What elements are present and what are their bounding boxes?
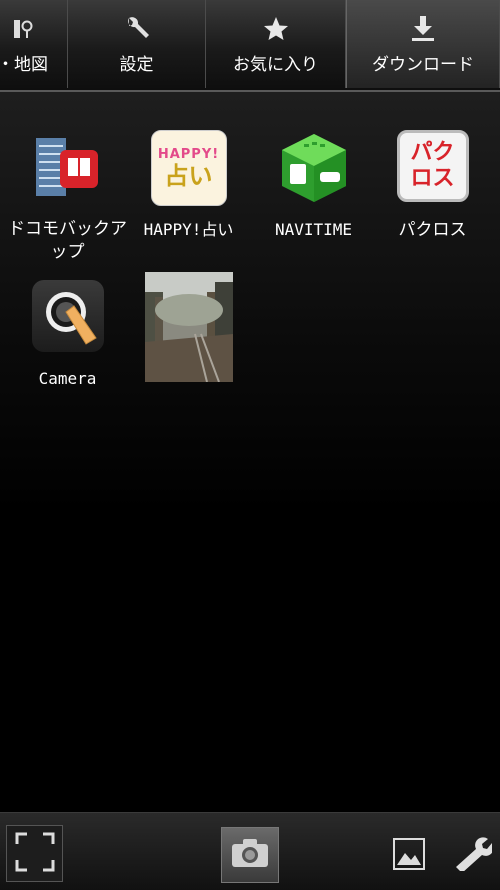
- camera-button[interactable]: [221, 827, 279, 883]
- bottom-toolbar: [0, 812, 500, 890]
- wrench-icon: [123, 14, 151, 44]
- navitime-icon: [276, 130, 352, 206]
- app-docomo-backup[interactable]: ドコモバックアップ: [5, 130, 130, 264]
- tab-favorites[interactable]: お気に入り: [206, 0, 346, 88]
- camera-app-icon: [31, 280, 104, 352]
- photo-thumbnail[interactable]: [126, 272, 251, 383]
- tab-bar: ・地図 設定 お気に入り ダウンロード: [0, 0, 500, 92]
- pakurosu-icon: パク ロス: [396, 130, 469, 202]
- happy-fortune-icon: HAPPY! 占い: [150, 130, 227, 206]
- happy-icon-text-top: HAPPY!: [157, 146, 220, 162]
- tab-map-label: ・地図: [0, 54, 48, 75]
- app-docomo-backup-label: ドコモバックアップ: [8, 219, 127, 262]
- tab-settings-label: 設定: [119, 54, 154, 75]
- app-pakurosu-label: パクロス: [398, 220, 467, 240]
- app-happy-fortune-label: HAPPY!占い: [143, 220, 234, 239]
- tab-settings[interactable]: 設定: [68, 0, 206, 88]
- fullscreen-icon: [15, 832, 55, 876]
- camera-icon: [231, 838, 269, 872]
- gallery-button[interactable]: [390, 837, 428, 875]
- docomo-backup-icon: [30, 130, 106, 206]
- tab-download[interactable]: ダウンロード: [346, 0, 500, 88]
- pakurosu-icon-text-bottom: ロス: [410, 166, 455, 191]
- app-navitime[interactable]: NAVITIME: [251, 130, 376, 241]
- app-happy-fortune[interactable]: HAPPY! 占い HAPPY!占い: [126, 130, 251, 241]
- fullscreen-button[interactable]: [6, 825, 63, 882]
- gallery-icon: [393, 838, 425, 874]
- app-grid: ドコモバックアップ HAPPY! 占い HAPPY!占い NAVITIME パク…: [0, 92, 500, 812]
- app-camera-label: Camera: [38, 369, 97, 388]
- app-camera[interactable]: Camera: [5, 280, 130, 390]
- tab-favorites-label: お気に入り: [233, 54, 318, 75]
- photo-thumbnail-image: [144, 272, 233, 383]
- app-navitime-label: NAVITIME: [274, 220, 353, 239]
- app-pakurosu[interactable]: パク ロス パクロス: [370, 130, 495, 242]
- wrench-icon: [452, 835, 494, 875]
- tab-map[interactable]: ・地図: [0, 0, 68, 88]
- download-icon: [410, 14, 436, 44]
- pakurosu-icon-text-top: パク: [410, 140, 455, 165]
- star-icon: [263, 14, 289, 44]
- tab-download-label: ダウンロード: [372, 54, 474, 75]
- settings-button[interactable]: [450, 835, 494, 875]
- map-pin-icon: [13, 14, 54, 44]
- happy-icon-text-bottom: 占い: [164, 161, 213, 190]
